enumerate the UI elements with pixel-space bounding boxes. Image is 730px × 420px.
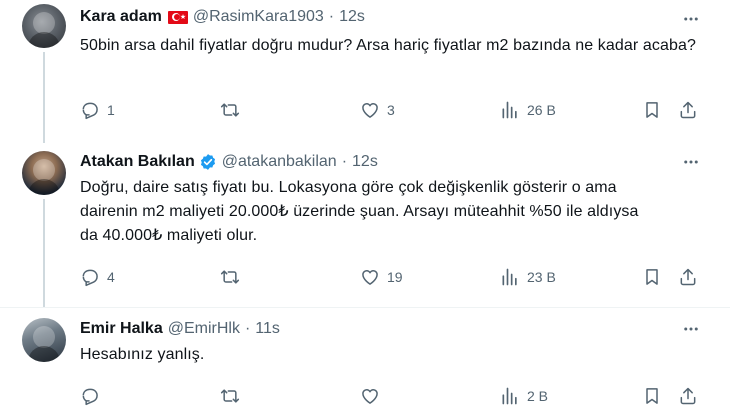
- like-icon: [362, 389, 378, 404]
- repost-icon: [220, 103, 240, 117]
- views-count: 23 B: [527, 269, 556, 285]
- avatar-body: [28, 179, 60, 195]
- action-bar: 2 B: [80, 384, 705, 408]
- views-icon: [502, 101, 517, 119]
- like-icon: [362, 103, 378, 118]
- views-icon: [502, 387, 517, 405]
- more-options-icon: [684, 17, 698, 21]
- bookmark-button[interactable]: [642, 98, 662, 122]
- tweet[interactable]: Atakan Bakılan @atakanbakilan · 12s Doğr…: [0, 143, 730, 308]
- reply-thread: Kara adam ★ @RasimKara1903 · 12s 50bin a…: [0, 0, 730, 420]
- repost-button[interactable]: [220, 98, 247, 122]
- views-button[interactable]: 26 B: [500, 98, 556, 122]
- thread-connector: [43, 52, 45, 143]
- views-icon: [502, 268, 517, 286]
- user-handle[interactable]: @RasimKara1903: [193, 8, 324, 26]
- views-button[interactable]: 2 B: [500, 384, 548, 408]
- like-button[interactable]: [360, 384, 387, 408]
- thread-connector: [43, 199, 45, 308]
- display-name[interactable]: Emir Halka: [80, 320, 163, 338]
- separator-dot: ·: [244, 320, 251, 337]
- avatar[interactable]: [22, 151, 66, 195]
- tweet-header: Emir Halka @EmirHlk · 11s: [80, 318, 280, 340]
- share-icon: [680, 387, 696, 405]
- verified-badge-icon: [200, 154, 215, 170]
- bookmark-icon: [646, 102, 658, 118]
- more-options-button[interactable]: [680, 318, 702, 340]
- tweet-header: Atakan Bakılan @atakanbakilan · 12s: [80, 151, 378, 173]
- views-button[interactable]: 23 B: [500, 265, 556, 289]
- like-button[interactable]: 19: [360, 265, 403, 289]
- share-button[interactable]: [678, 265, 698, 289]
- display-name[interactable]: Kara adam: [80, 8, 162, 26]
- like-icon: [362, 270, 378, 285]
- like-count: 3: [387, 102, 395, 118]
- like-button[interactable]: 3: [360, 98, 395, 122]
- repost-icon: [220, 270, 240, 284]
- timestamp[interactable]: 12s: [352, 153, 378, 171]
- more-options-button[interactable]: [680, 8, 702, 30]
- tweet-text: Doğru, daire satış fiyatı bu. Lokasyona …: [80, 179, 639, 244]
- avatar[interactable]: [22, 4, 66, 48]
- avatar-body: [28, 32, 60, 48]
- bookmark-button[interactable]: [642, 384, 662, 408]
- share-icon: [680, 268, 696, 286]
- share-icon: [680, 101, 696, 119]
- tweet-text: Hesabınız yanlış.: [80, 346, 205, 363]
- more-options-icon: [684, 327, 698, 331]
- tweet[interactable]: Kara adam ★ @RasimKara1903 · 12s 50bin a…: [0, 0, 730, 143]
- action-bar: 4 19 23 B: [80, 265, 705, 289]
- timestamp[interactable]: 11s: [255, 320, 280, 338]
- bookmark-button[interactable]: [642, 265, 662, 289]
- separator-dot: ·: [341, 153, 348, 170]
- reply-icon: [82, 269, 98, 287]
- share-button[interactable]: [678, 98, 698, 122]
- bookmark-icon: [646, 388, 658, 404]
- avatar-body: [28, 346, 60, 362]
- views-count: 2 B: [527, 388, 549, 404]
- reply-count: 1: [107, 102, 115, 118]
- avatar-face: [33, 12, 55, 34]
- bookmark-icon: [646, 269, 658, 285]
- display-name[interactable]: Atakan Bakılan: [80, 153, 195, 171]
- action-bar: 1 3 26 B: [80, 98, 705, 122]
- share-button[interactable]: [678, 384, 698, 408]
- reply-icon: [82, 102, 98, 120]
- reply-button[interactable]: 4: [80, 265, 115, 289]
- avatar[interactable]: [22, 318, 66, 362]
- repost-icon: [220, 389, 240, 403]
- reply-icon: [82, 388, 98, 406]
- repost-button[interactable]: [220, 265, 247, 289]
- tweet[interactable]: Emir Halka @EmirHlk · 11s Hesabınız yanl…: [0, 308, 730, 420]
- user-handle[interactable]: @EmirHlk: [168, 320, 240, 338]
- repost-button[interactable]: [220, 384, 247, 408]
- like-count: 19: [387, 269, 403, 285]
- timestamp[interactable]: 12s: [339, 8, 365, 26]
- more-options-icon: [684, 160, 698, 164]
- avatar-face: [33, 326, 55, 348]
- reply-button[interactable]: 1: [80, 98, 115, 122]
- user-handle[interactable]: @atakanbakilan: [222, 153, 337, 171]
- reply-count: 4: [107, 269, 115, 285]
- turkey-flag-icon: ★: [167, 10, 188, 24]
- reply-button[interactable]: [80, 384, 107, 408]
- tweet-text: 50bin arsa dahil fiyatlar doğru mudur? A…: [80, 37, 696, 54]
- separator-dot: ·: [328, 8, 335, 25]
- more-options-button[interactable]: [680, 151, 702, 173]
- avatar-face: [33, 159, 55, 181]
- tweet-header: Kara adam ★ @RasimKara1903 · 12s: [80, 6, 365, 28]
- views-count: 26 B: [527, 102, 556, 118]
